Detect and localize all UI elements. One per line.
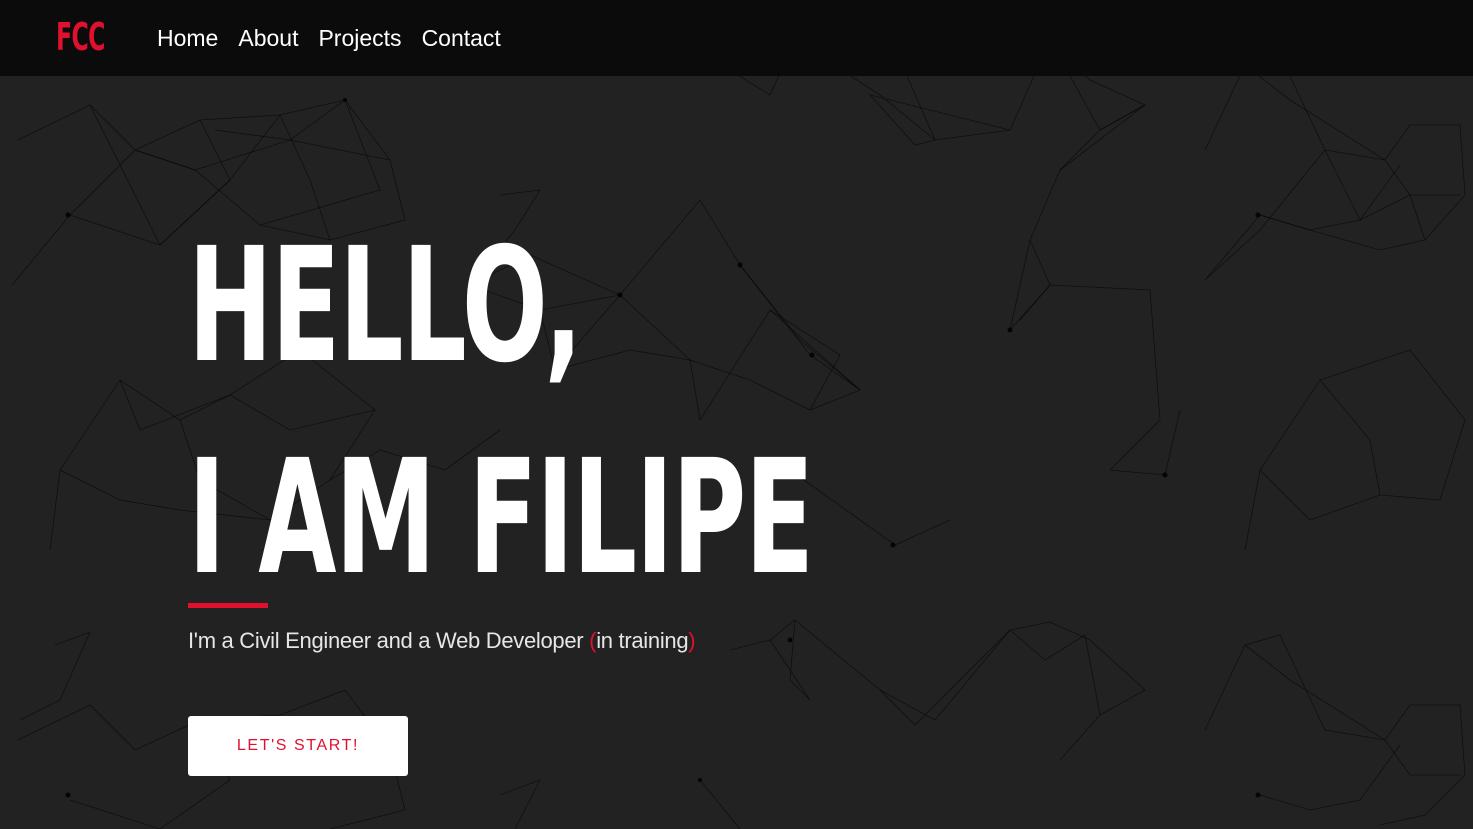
accent-divider <box>188 603 268 608</box>
hero-subtitle: I'm a Civil Engineer and a Web Developer… <box>188 627 696 655</box>
nav-link-projects[interactable]: Projects <box>318 24 401 52</box>
page: FCC Home About Projects Contact HELLO, I… <box>0 0 1473 829</box>
nav-links: Home About Projects Contact <box>157 24 501 52</box>
nav-link-home[interactable]: Home <box>157 24 218 52</box>
subtitle-inner: in training <box>596 628 689 653</box>
hero-section: HELLO, I AM FILIPE I'm a Civil Engineer … <box>188 200 1164 776</box>
lets-start-button[interactable]: LET'S START! <box>188 716 408 776</box>
subtitle-paren-close: ) <box>688 628 696 653</box>
subtitle-main: I'm a Civil Engineer and a Web Developer <box>188 628 590 653</box>
logo[interactable]: FCC <box>56 15 105 59</box>
nav-link-contact[interactable]: Contact <box>422 24 501 52</box>
headline-line-1: HELLO, <box>188 214 583 398</box>
hero-headline: HELLO, I AM FILIPE <box>188 200 814 624</box>
headline-line-2: I AM FILIPE <box>188 426 814 610</box>
nav-link-about[interactable]: About <box>238 24 298 52</box>
top-navbar: FCC Home About Projects Contact <box>0 0 1473 76</box>
